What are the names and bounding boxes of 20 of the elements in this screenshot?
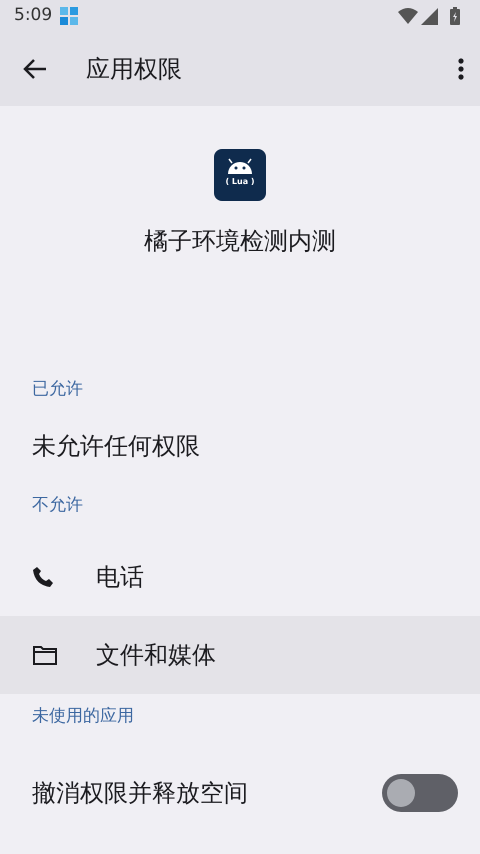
- permission-item: 未允许任何权限: [31, 430, 201, 462]
- permission-item[interactable]: 文件和媒体: [0, 616, 480, 694]
- setting-label: 撤消权限并释放空间: [32, 778, 249, 808]
- notification-icon: [60, 7, 78, 25]
- android-icon: [227, 158, 253, 174]
- screen-title: 应用权限: [86, 54, 183, 85]
- clock: 5:09: [14, 4, 52, 28]
- section-header: 不允许: [31, 494, 84, 516]
- permission-item[interactable]: 电话: [0, 538, 480, 616]
- back-icon[interactable]: [22, 58, 48, 80]
- more-icon[interactable]: [458, 58, 464, 80]
- battery-icon: [450, 7, 460, 25]
- icon-label: ( Lua ): [225, 178, 255, 186]
- section-header: 已允许: [31, 378, 84, 401]
- wifi-icon: [398, 8, 418, 24]
- toggle-switch[interactable]: [382, 774, 458, 812]
- app-name: 橘子环境检测内测: [144, 226, 336, 257]
- signal-icon: [421, 8, 438, 24]
- folder-icon: [32, 644, 58, 666]
- section-header: 未使用的应用: [31, 705, 135, 728]
